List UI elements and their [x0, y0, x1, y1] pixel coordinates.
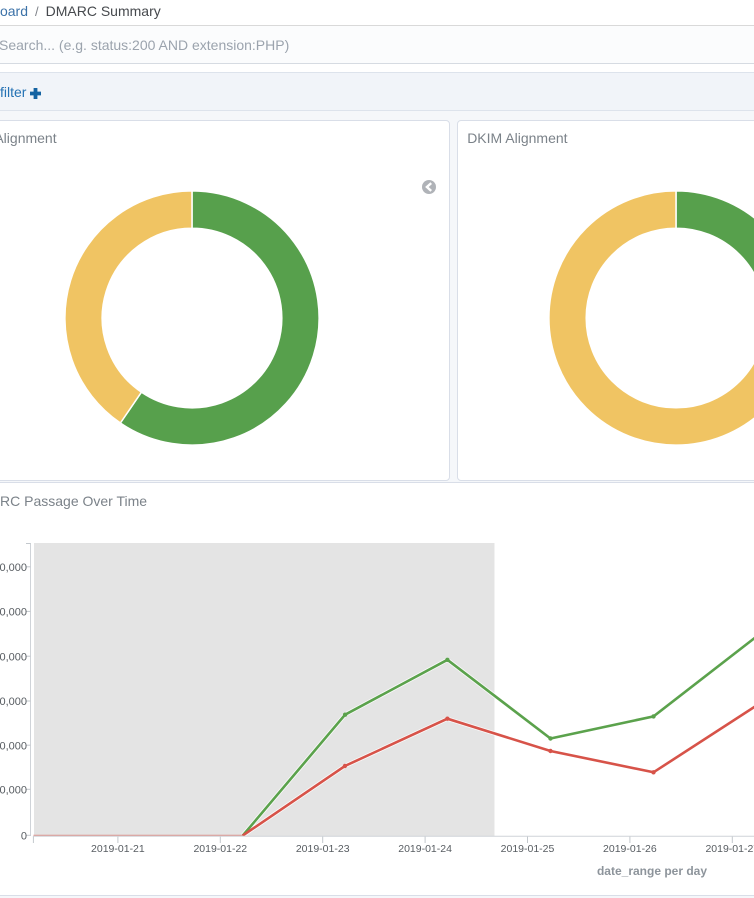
svg-text:2019-01-22: 2019-01-22 [193, 843, 247, 855]
svg-text:1,200,000: 1,200,000 [0, 562, 27, 574]
svg-text:1,000,000: 1,000,000 [0, 607, 27, 619]
svg-text:2019-01-27: 2019-01-27 [705, 843, 754, 855]
svg-text:800,000: 800,000 [0, 652, 27, 664]
svg-text:date_range per day: date_range per day [597, 864, 707, 878]
svg-text:600,000: 600,000 [0, 696, 27, 708]
svg-text:0: 0 [21, 831, 27, 843]
svg-text:2019-01-26: 2019-01-26 [603, 843, 657, 855]
svg-text:2019-01-24: 2019-01-24 [398, 843, 452, 855]
svg-text:400,000: 400,000 [0, 741, 27, 753]
svg-text:200,000: 200,000 [0, 785, 27, 797]
svg-text:2019-01-21: 2019-01-21 [91, 843, 145, 855]
svg-text:2019-01-25: 2019-01-25 [501, 843, 555, 855]
svg-text:2019-01-23: 2019-01-23 [296, 843, 350, 855]
